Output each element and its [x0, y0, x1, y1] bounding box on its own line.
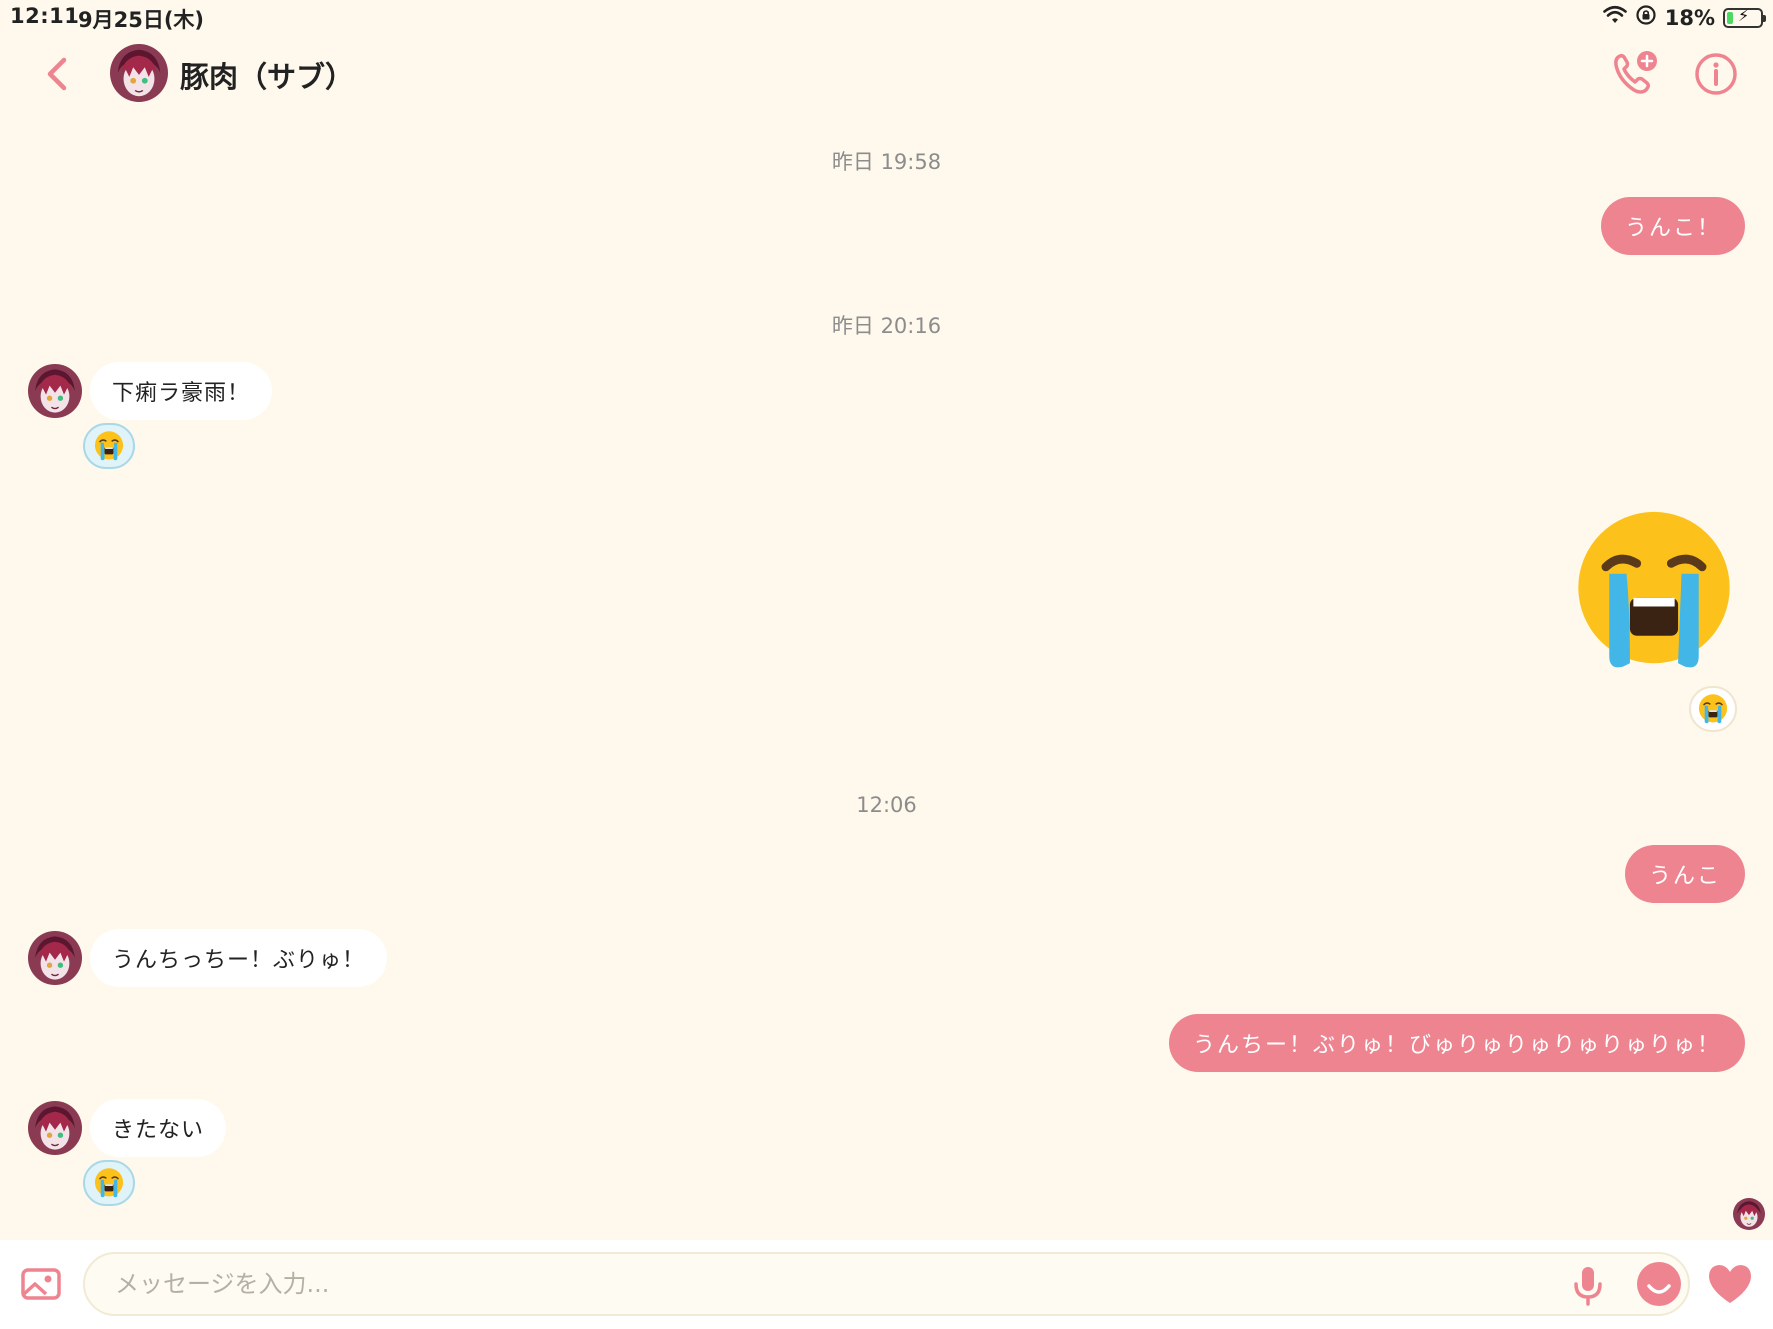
loudly-crying-face-icon [1697, 693, 1729, 725]
status-date: 9月25日(木) [78, 8, 205, 32]
read-receipt-avatar [1733, 1198, 1765, 1230]
heart-icon [1709, 1265, 1751, 1303]
like-button[interactable] [1706, 1262, 1754, 1306]
incoming-message[interactable]: きたない [90, 1099, 227, 1157]
battery-percent: 18% [1664, 5, 1715, 30]
outgoing-message[interactable]: うんこ [1624, 845, 1745, 903]
timestamp: 昨日 20:16 [831, 314, 942, 338]
voice-button[interactable] [1573, 1265, 1603, 1307]
emoji-icon [1647, 1284, 1671, 1294]
outgoing-message[interactable]: うんちー！ぶりゅ！びゅりゅりゅりゅりゅりゅ！ [1168, 1014, 1745, 1072]
sender-avatar[interactable] [28, 1101, 82, 1155]
emoji-button[interactable] [1637, 1262, 1681, 1306]
gallery-button[interactable] [20, 1264, 62, 1304]
reaction-badge[interactable] [1689, 686, 1737, 732]
chevron-left-icon [47, 57, 67, 91]
gallery-icon [21, 1268, 61, 1300]
contact-avatar[interactable] [110, 44, 168, 102]
reaction-badge[interactable] [83, 423, 135, 469]
back-button[interactable] [38, 52, 78, 96]
incoming-message[interactable]: うんちっちー！ぶりゅ！ [90, 929, 388, 987]
loudly-crying-face-icon[interactable] [1568, 505, 1740, 677]
reaction-badge[interactable] [83, 1160, 135, 1206]
battery-fill [1727, 11, 1733, 24]
phone-add-icon [1614, 51, 1657, 94]
contact-name: 豚肉（サブ） [180, 60, 355, 94]
status-indicators: 18% ⚡ [1602, 4, 1766, 31]
call-button[interactable] [1610, 48, 1660, 98]
outgoing-message[interactable]: うんこ！ [1600, 197, 1745, 255]
sender-avatar[interactable] [28, 931, 82, 985]
microphone-icon [1574, 1267, 1602, 1306]
incoming-message[interactable]: 下痢ラ豪雨！ [90, 362, 273, 420]
wifi-icon [1602, 5, 1627, 30]
timestamp: 12:06 [856, 793, 917, 817]
orientation-lock-icon [1635, 4, 1657, 31]
timestamp: 昨日 19:58 [831, 150, 942, 174]
loudly-crying-face-icon [93, 430, 125, 462]
battery-icon: ⚡ [1723, 5, 1766, 28]
loudly-crying-face-icon [93, 1167, 125, 1199]
info-button[interactable] [1694, 52, 1738, 96]
charging-bolt-icon: ⚡ [1738, 5, 1750, 25]
status-time: 12:11 [10, 4, 80, 28]
sender-avatar[interactable] [28, 364, 82, 418]
info-icon [1695, 53, 1737, 95]
message-input[interactable] [83, 1252, 1690, 1316]
